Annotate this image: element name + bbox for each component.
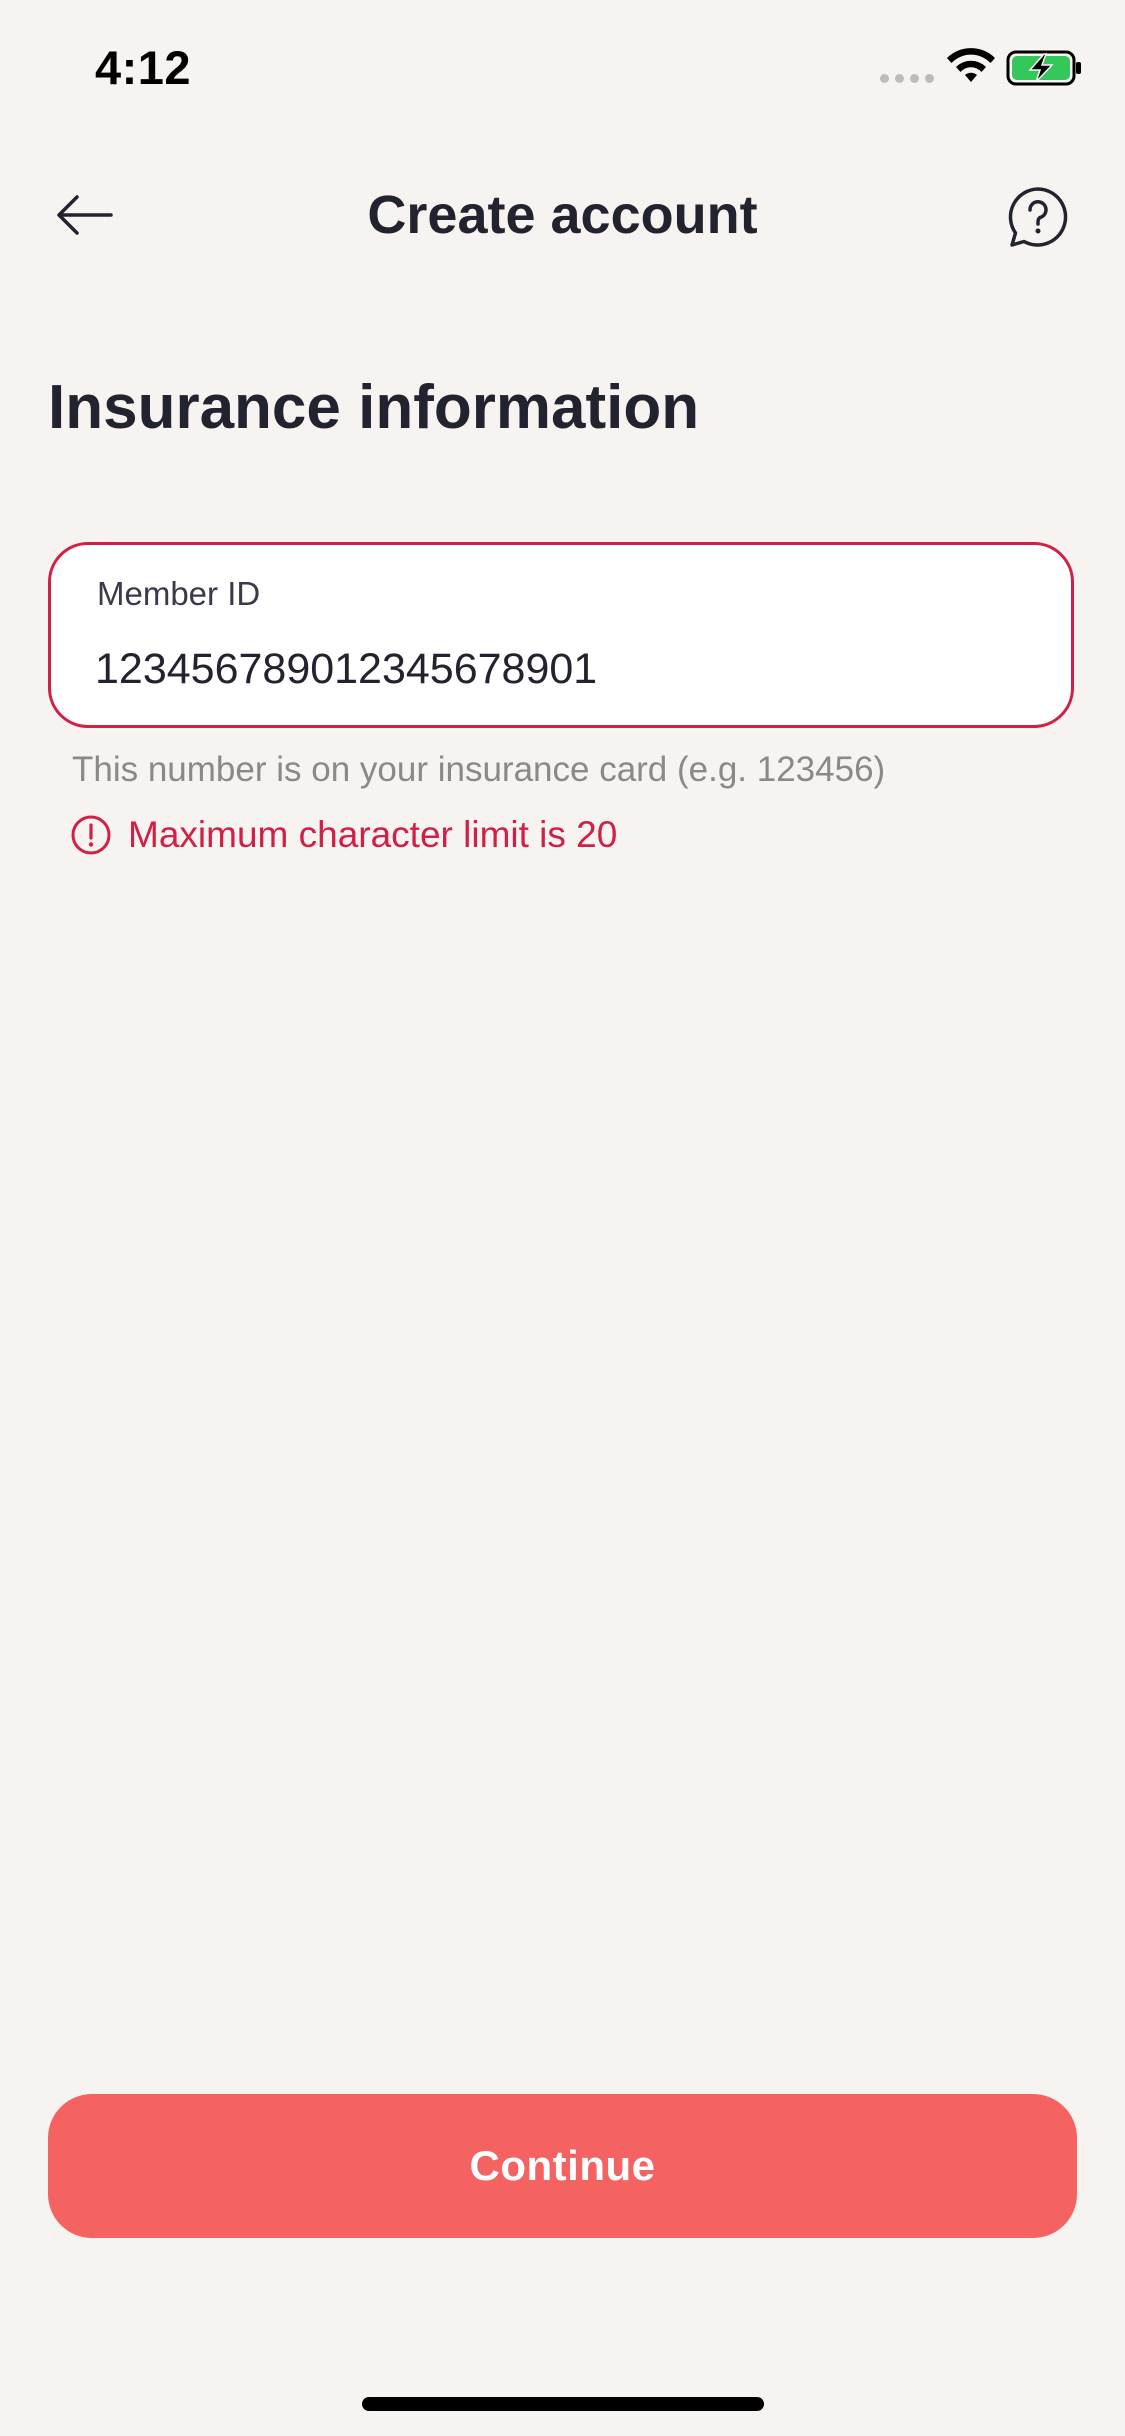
home-indicator[interactable] bbox=[362, 2397, 764, 2411]
member-id-input[interactable] bbox=[95, 639, 1025, 699]
member-id-helper-text: This number is on your insurance card (e… bbox=[72, 750, 886, 789]
error-message: Maximum character limit is 20 bbox=[128, 814, 618, 855]
nav-bar: Create account bbox=[0, 160, 1125, 270]
cellular-signal-icon bbox=[880, 74, 934, 84]
help-bubble-icon bbox=[1008, 187, 1068, 247]
section-heading: Insurance information bbox=[48, 373, 700, 442]
status-bar: 4:12 bbox=[0, 0, 1125, 135]
page-title: Create account bbox=[367, 185, 758, 245]
member-id-label: Member ID bbox=[97, 575, 261, 612]
status-time: 4:12 bbox=[95, 41, 192, 94]
continue-button[interactable]: Continue bbox=[48, 2094, 1077, 2238]
help-button[interactable] bbox=[998, 180, 1078, 254]
member-id-error: Maximum character limit is 20 bbox=[70, 810, 617, 860]
battery-charging-icon bbox=[1006, 50, 1081, 86]
error-alert-icon bbox=[71, 815, 111, 855]
wifi-icon bbox=[947, 48, 995, 82]
member-id-field[interactable]: Member ID bbox=[48, 542, 1074, 728]
